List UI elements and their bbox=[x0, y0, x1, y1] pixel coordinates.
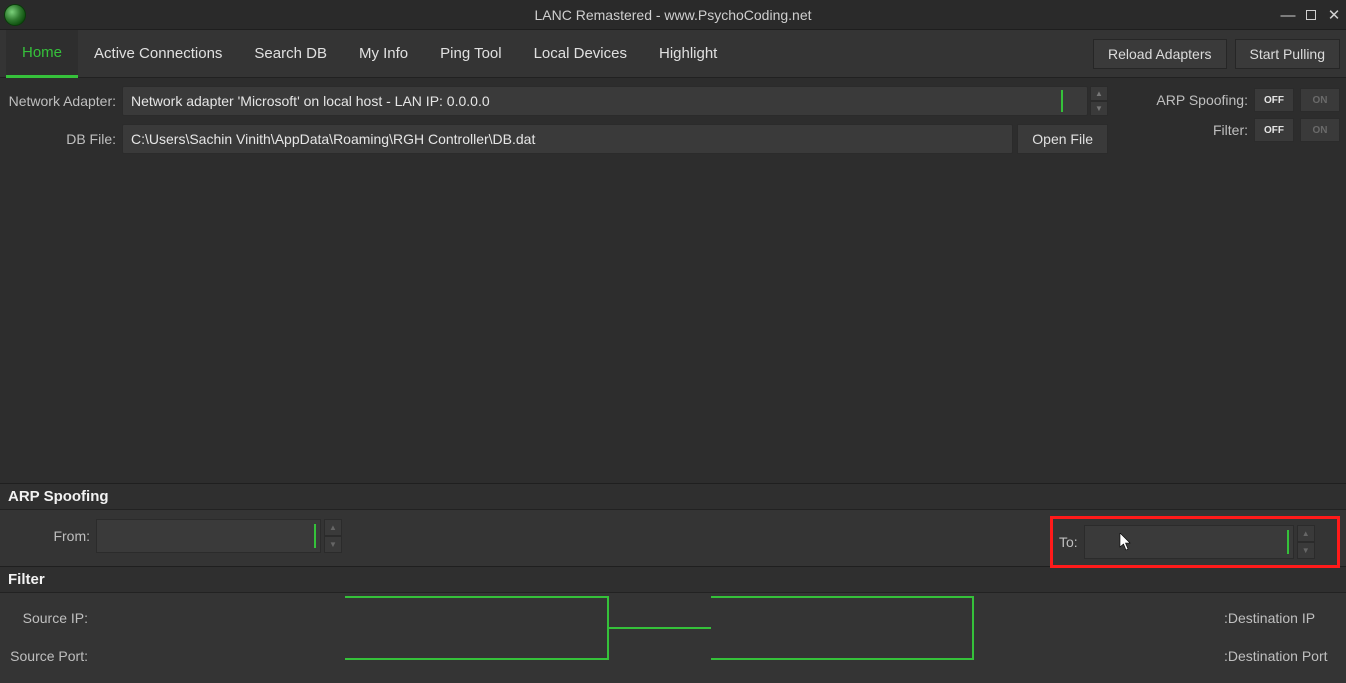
main-empty-area bbox=[0, 156, 1346, 483]
section-filter-header: Filter bbox=[0, 566, 1346, 593]
chevron-down-icon[interactable]: ▼ bbox=[324, 536, 342, 553]
maximize-icon[interactable] bbox=[1306, 10, 1316, 20]
chevron-down-icon[interactable]: ▼ bbox=[1297, 542, 1315, 559]
db-file-value: C:\Users\Sachin Vinith\AppData\Roaming\R… bbox=[131, 131, 535, 147]
filter-body: Source IP: :Destination IP Source Port: … bbox=[0, 593, 1346, 683]
source-port-label: Source Port: bbox=[8, 648, 92, 664]
arp-spoofing-toggle-label: ARP Spoofing: bbox=[1156, 92, 1248, 108]
network-adapter-stepper[interactable]: ▲ ▼ bbox=[1090, 86, 1108, 116]
open-file-button[interactable]: Open File bbox=[1017, 124, 1108, 154]
arp-from-label: From: bbox=[8, 528, 96, 544]
arp-from-combo[interactable] bbox=[96, 519, 321, 553]
arp-to-label: To: bbox=[1059, 534, 1084, 550]
combo-marker-icon bbox=[1061, 90, 1063, 112]
source-ip-label: Source IP: bbox=[8, 610, 92, 626]
chevron-down-icon[interactable]: ▼ bbox=[1090, 101, 1108, 116]
network-adapter-label: Network Adapter: bbox=[6, 93, 122, 109]
chevron-up-icon[interactable]: ▲ bbox=[1090, 86, 1108, 101]
close-icon[interactable]: ✕ bbox=[1326, 8, 1342, 23]
filter-toggle-label: Filter: bbox=[1213, 122, 1248, 138]
tab-highlight[interactable]: Highlight bbox=[643, 30, 733, 78]
combo-marker-icon bbox=[314, 524, 316, 548]
tab-ping-tool[interactable]: Ping Tool bbox=[424, 30, 517, 78]
destination-ip-label: :Destination IP bbox=[1218, 610, 1338, 626]
arp-spoofing-toggle-on[interactable]: ON bbox=[1300, 88, 1340, 112]
minimize-icon[interactable]: — bbox=[1280, 8, 1296, 23]
destination-port-label: :Destination Port bbox=[1218, 648, 1338, 664]
app-globe-icon bbox=[4, 4, 26, 26]
tabbar: Home Active Connections Search DB My Inf… bbox=[0, 30, 1346, 78]
start-pulling-button[interactable]: Start Pulling bbox=[1235, 39, 1340, 69]
tab-active-connections[interactable]: Active Connections bbox=[78, 30, 238, 78]
arp-spoofing-row: From: ▲ ▼ To: ▲ ▼ bbox=[0, 510, 1346, 566]
network-adapter-value: Network adapter 'Microsoft' on local hos… bbox=[131, 93, 490, 109]
window-title: LANC Remastered - www.PsychoCoding.net bbox=[0, 7, 1346, 23]
arp-to-stepper[interactable]: ▲ ▼ bbox=[1297, 525, 1315, 559]
reload-adapters-button[interactable]: Reload Adapters bbox=[1093, 39, 1227, 69]
config-row: Network Adapter: Network adapter 'Micros… bbox=[0, 78, 1346, 156]
tab-local-devices[interactable]: Local Devices bbox=[518, 30, 643, 78]
network-adapter-combo[interactable]: Network adapter 'Microsoft' on local hos… bbox=[122, 86, 1088, 116]
db-file-label: DB File: bbox=[6, 131, 122, 147]
arp-to-combo[interactable] bbox=[1084, 525, 1294, 559]
arp-spoofing-toggle-off[interactable]: OFF bbox=[1254, 88, 1294, 112]
filter-toggle-off[interactable]: OFF bbox=[1254, 118, 1294, 142]
arp-to-highlight-box: To: ▲ ▼ bbox=[1050, 516, 1340, 568]
section-arp-spoofing-header: ARP Spoofing bbox=[0, 483, 1346, 510]
db-file-field[interactable]: C:\Users\Sachin Vinith\AppData\Roaming\R… bbox=[122, 124, 1013, 154]
combo-marker-icon bbox=[1287, 530, 1289, 554]
titlebar: LANC Remastered - www.PsychoCoding.net —… bbox=[0, 0, 1346, 30]
filter-toggle-on[interactable]: ON bbox=[1300, 118, 1340, 142]
arp-from-stepper[interactable]: ▲ ▼ bbox=[324, 519, 342, 553]
tab-my-info[interactable]: My Info bbox=[343, 30, 424, 78]
window-controls: — ✕ bbox=[1280, 0, 1342, 30]
tab-search-db[interactable]: Search DB bbox=[238, 30, 343, 78]
tab-home[interactable]: Home bbox=[6, 30, 78, 78]
chevron-up-icon[interactable]: ▲ bbox=[1297, 525, 1315, 542]
chevron-up-icon[interactable]: ▲ bbox=[324, 519, 342, 536]
